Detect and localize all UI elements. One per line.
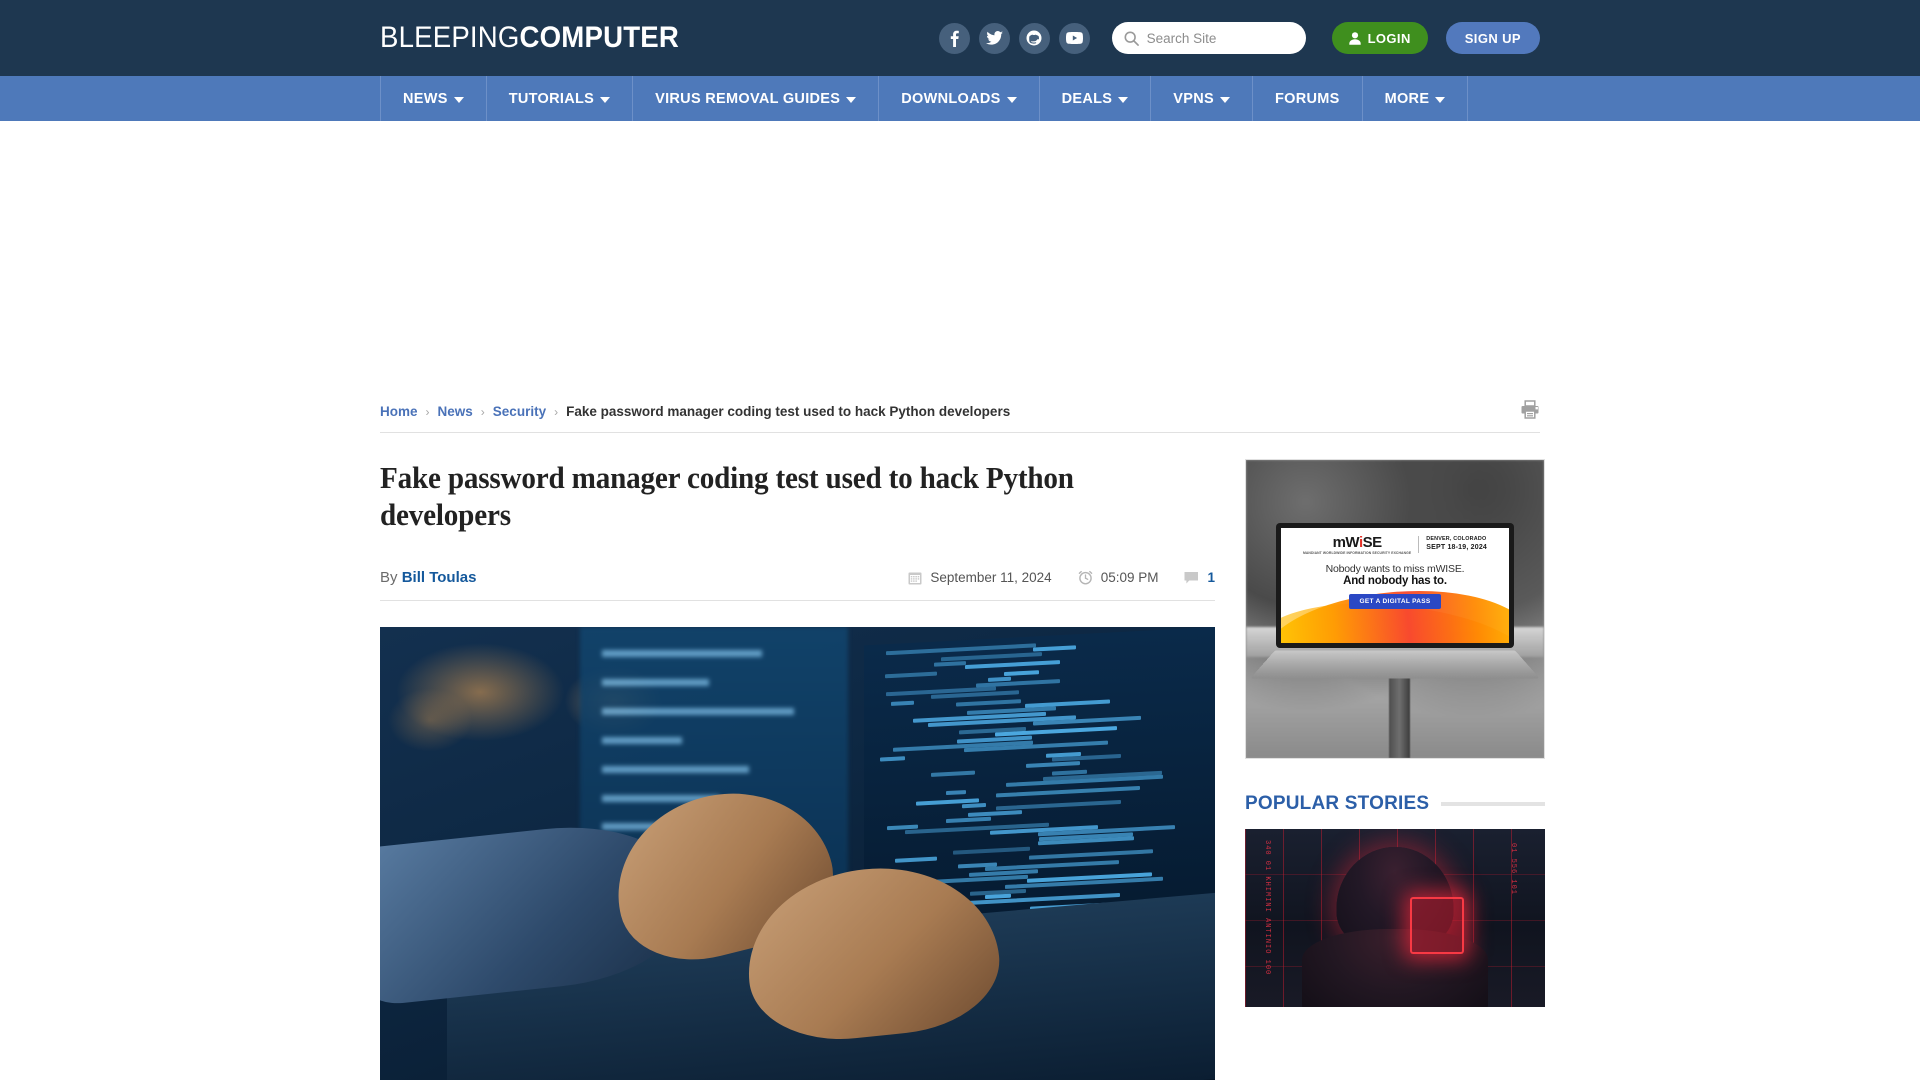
by-label: By xyxy=(380,569,398,586)
clock-icon xyxy=(1078,570,1093,585)
chevron-down-icon xyxy=(1435,97,1445,103)
search-box[interactable] xyxy=(1112,22,1306,54)
chevron-down-icon xyxy=(600,97,610,103)
site-logo[interactable]: BLEEPINGCOMPUTER xyxy=(380,21,679,55)
time-text: 05:09 PM xyxy=(1101,570,1159,585)
login-label: LOGIN xyxy=(1368,31,1411,46)
nav-item-label: FORUMS xyxy=(1275,91,1340,107)
popular-story-thumbnail[interactable]: 340 01 KHIMINI ANTINIO 100 01 556 101 xyxy=(1245,829,1545,1007)
calendar-icon xyxy=(908,571,922,585)
ad-brand: mWiSE xyxy=(1333,535,1382,550)
comments-link[interactable]: 1 xyxy=(1184,570,1215,585)
popular-stories-rule xyxy=(1441,802,1545,806)
twitter-icon[interactable] xyxy=(979,23,1010,54)
author-link[interactable]: Bill Toulas xyxy=(402,569,477,586)
breadcrumb-separator: › xyxy=(481,405,485,419)
nav-item-label: DEALS xyxy=(1062,91,1113,107)
search-icon xyxy=(1124,31,1139,46)
user-icon xyxy=(1349,32,1361,45)
chevron-down-icon xyxy=(1220,97,1230,103)
breadcrumb-separator: › xyxy=(426,405,430,419)
ad-brand-subtitle: MANDIANT WORLDWIDE INFORMATION SECURITY … xyxy=(1303,551,1411,555)
chevron-down-icon xyxy=(846,97,856,103)
comment-count: 1 xyxy=(1207,570,1215,585)
nav-item-news[interactable]: NEWS xyxy=(381,76,487,121)
chevron-down-icon xyxy=(454,97,464,103)
nav-item-vpns[interactable]: VPNS xyxy=(1151,76,1253,121)
breadcrumb-item-news[interactable]: News xyxy=(438,404,473,419)
nav-item-label: MORE xyxy=(1385,91,1430,107)
facebook-icon[interactable] xyxy=(939,23,970,54)
nav-item-label: NEWS xyxy=(403,91,448,107)
print-icon[interactable] xyxy=(1520,400,1540,424)
article-column: Fake password manager coding test used t… xyxy=(380,459,1215,1080)
nav-item-label: VPNS xyxy=(1173,91,1214,107)
ad-headline-2: And nobody has to. xyxy=(1343,575,1447,587)
nav-item-forums[interactable]: FORUMS xyxy=(1253,76,1363,121)
article-hero-image xyxy=(380,627,1215,1080)
sidebar: mWiSE MANDIANT WORLDWIDE INFORMATION SEC… xyxy=(1245,459,1545,1080)
nav-item-label: DOWNLOADS xyxy=(901,91,1000,107)
nav-item-deals[interactable]: DEALS xyxy=(1040,76,1152,121)
breadcrumb-separator: › xyxy=(554,405,558,419)
ad-brand-mw: mW xyxy=(1333,534,1359,551)
nav-item-downloads[interactable]: DOWNLOADS xyxy=(879,76,1039,121)
publish-time: 05:09 PM xyxy=(1078,570,1159,585)
ad-location: DENVER, COLORADO xyxy=(1426,536,1487,544)
signup-button[interactable]: SIGN UP xyxy=(1446,22,1540,54)
search-input[interactable] xyxy=(1147,31,1294,46)
chevron-down-icon xyxy=(1007,97,1017,103)
article-byline: By Bill Toulas September 11, 2024 05:09 … xyxy=(380,569,1215,601)
logo-bold-text: COMPUTER xyxy=(520,21,679,54)
youtube-icon[interactable] xyxy=(1059,23,1090,54)
signup-label: SIGN UP xyxy=(1465,31,1521,46)
sidebar-ad-mwise[interactable]: mWiSE MANDIANT WORLDWIDE INFORMATION SEC… xyxy=(1245,459,1545,759)
popular-stories-header: POPULAR STORIES xyxy=(1245,793,1545,815)
breadcrumb-item-security[interactable]: Security xyxy=(493,404,546,419)
social-links xyxy=(939,23,1090,54)
ad-brand-se: SE xyxy=(1363,534,1382,551)
date-text: September 11, 2024 xyxy=(930,570,1051,585)
ad-dates: SEPT 18-19, 2024 xyxy=(1426,543,1487,553)
popular-stories-title: POPULAR STORIES xyxy=(1245,793,1429,815)
mastodon-icon[interactable] xyxy=(1019,23,1050,54)
logo-light-text: BLEEPING xyxy=(380,21,520,54)
breadcrumb: Home › News › Security › Fake password manager… xyxy=(380,391,1540,433)
publish-date: September 11, 2024 xyxy=(908,570,1051,585)
main-navigation: NEWS TUTORIALS VIRUS REMOVAL GUIDES DOWNLOA… xyxy=(0,76,1920,121)
nav-item-label: VIRUS REMOVAL GUIDES xyxy=(655,91,840,107)
nav-item-virus-removal-guides[interactable]: VIRUS REMOVAL GUIDES xyxy=(633,76,879,121)
ad-cta-button[interactable]: GET A DIGITAL PASS xyxy=(1349,594,1440,609)
chevron-down-icon xyxy=(1118,97,1128,103)
top-ad-slot xyxy=(0,121,1920,391)
breadcrumb-item-current: Fake password manager coding test used t… xyxy=(566,404,1010,419)
site-header: BLEEPINGCOMPUTER Search Site LOGIN SIGN … xyxy=(0,0,1920,76)
breadcrumb-item-home[interactable]: Home xyxy=(380,404,418,419)
nav-item-label: TUTORIALS xyxy=(509,91,594,107)
comment-icon xyxy=(1184,571,1199,585)
nav-item-tutorials[interactable]: TUTORIALS xyxy=(487,76,633,121)
ad-headline-1: Nobody wants to miss mWISE. xyxy=(1326,563,1465,575)
page-title: Fake password manager coding test used t… xyxy=(380,459,1165,533)
nav-item-more[interactable]: MORE xyxy=(1363,76,1469,121)
login-button[interactable]: LOGIN xyxy=(1332,22,1428,54)
